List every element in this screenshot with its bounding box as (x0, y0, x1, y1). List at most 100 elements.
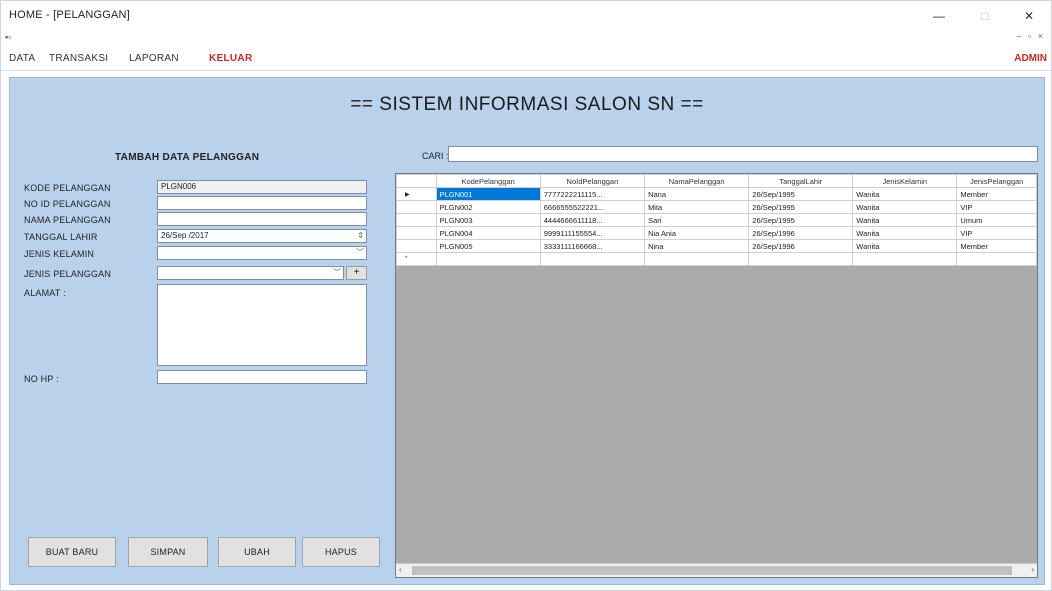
table-cell[interactable] (956, 252, 1037, 266)
table-cell[interactable]: Member (956, 187, 1037, 201)
table-cell[interactable] (644, 252, 750, 266)
table-cell[interactable]: Nia Ania (644, 226, 750, 240)
table-cell[interactable]: Umum (956, 213, 1037, 227)
alamat-label: ALAMAT : (24, 288, 66, 298)
menu-bar: DATA TRANSAKSI LAPORAN KELUAR ADMIN (1, 47, 1051, 71)
table-cell[interactable]: Nina (644, 239, 750, 253)
table-cell[interactable]: Wanita (852, 226, 958, 240)
scroll-right-icon[interactable]: › (1031, 565, 1034, 574)
table-cell[interactable]: 26/Sep/1996 (748, 226, 854, 240)
menu-item-data[interactable]: DATA (9, 53, 35, 64)
kode-pelanggan-field[interactable]: PLGN006 (157, 180, 367, 194)
user-label: ADMIN (1014, 53, 1047, 64)
row-header[interactable] (396, 213, 437, 227)
table-cell[interactable]: Member (956, 239, 1037, 253)
table-cell[interactable]: Nana (644, 187, 750, 201)
table-cell[interactable]: 26/Sep/1995 (748, 187, 854, 201)
table-row[interactable]: PLGN003 4444666611118... Sari 26/Sep/199… (396, 213, 1037, 227)
jenis-kelamin-select[interactable]: ﹀ (157, 246, 367, 260)
close-button[interactable]: ✕ (1009, 5, 1049, 27)
column-header[interactable]: NamaPelanggan (644, 174, 750, 188)
table-row[interactable]: PLGN004 9999111155554... Nia Ania 26/Sep… (396, 226, 1037, 240)
mdi-child-controls[interactable]: – ▫ × (1017, 31, 1045, 41)
tanggal-lahir-value: 26/Sep /2017 (161, 231, 209, 240)
table-cell[interactable]: 6666555522221... (539, 200, 646, 214)
calendar-dropdown-icon[interactable]: ⇕ (357, 230, 364, 242)
menu-item-laporan[interactable]: LAPORAN (129, 53, 179, 64)
alamat-textarea[interactable] (157, 284, 367, 366)
table-header-row: KodePelanggan NoIdPelanggan NamaPelangga… (396, 174, 1037, 188)
no-hp-label: NO HP : (24, 374, 59, 384)
tanggal-lahir-label: TANGGAL LAHIR (24, 232, 98, 242)
table-cell[interactable]: 7777222211115... (539, 187, 646, 201)
table-cell[interactable]: VIP (956, 200, 1037, 214)
ubah-button[interactable]: UBAH (218, 537, 296, 567)
table-cell[interactable]: Mita (644, 200, 750, 214)
column-header[interactable]: TanggalLahir (748, 174, 854, 188)
table-row[interactable]: PLGN005 3333111166668... Nina 26/Sep/199… (396, 239, 1037, 253)
scroll-left-icon[interactable]: ‹ (399, 565, 402, 574)
column-header[interactable]: JenisPelanggan (956, 174, 1037, 188)
column-header[interactable]: KodePelanggan (435, 174, 541, 188)
table-cell[interactable]: 3333111166668... (539, 239, 646, 253)
table-cell[interactable]: VIP (956, 226, 1037, 240)
mdi-child-icon[interactable]: ▪▫ (5, 32, 11, 42)
table-cell[interactable]: Wanita (852, 213, 958, 227)
table-cell[interactable]: Wanita (852, 187, 958, 201)
form-title: TAMBAH DATA PELANGGAN (115, 152, 260, 163)
hapus-button[interactable]: HAPUS (302, 537, 380, 567)
table-cell[interactable] (435, 252, 541, 266)
table-cell[interactable]: 26/Sep/1995 (748, 200, 854, 214)
customer-table: KodePelanggan NoIdPelanggan NamaPelangga… (396, 174, 1037, 266)
table-cell[interactable]: Wanita (852, 200, 958, 214)
table-cell[interactable]: 9999111155554... (539, 226, 646, 240)
no-hp-field[interactable] (157, 370, 367, 384)
table-cell[interactable] (852, 252, 958, 266)
chevron-down-icon: ﹀ (356, 248, 364, 257)
table-cell[interactable]: 26/Sep/1995 (748, 213, 854, 227)
new-row-marker: * (396, 252, 437, 266)
buat-baru-button[interactable]: BUAT BARU (28, 537, 116, 567)
row-header[interactable] (396, 200, 437, 214)
table-cell[interactable] (539, 252, 646, 266)
add-jenis-pelanggan-button[interactable]: + (346, 266, 367, 280)
new-row[interactable]: * (396, 252, 1037, 266)
kode-pelanggan-label: KODE PELANGGAN (24, 183, 111, 193)
jenis-pelanggan-select[interactable]: ﹀ (157, 266, 344, 280)
row-header[interactable] (396, 226, 437, 240)
horizontal-scrollbar[interactable]: ‹ › (396, 563, 1037, 577)
table-cell[interactable]: Sari (644, 213, 750, 227)
title-bar: HOME - [PELANGGAN] — □ ✕ (1, 1, 1051, 31)
row-header[interactable] (396, 239, 437, 253)
menu-item-transaksi[interactable]: TRANSAKSI (49, 53, 108, 64)
customer-data-grid[interactable]: KodePelanggan NoIdPelanggan NamaPelangga… (395, 173, 1038, 578)
minimize-button[interactable]: — (919, 5, 959, 27)
page-title: == SISTEM INFORMASI SALON SN == (350, 94, 704, 115)
column-header[interactable]: JenisKelamin (852, 174, 958, 188)
table-cell[interactable]: PLGN005 (435, 239, 541, 253)
table-cell[interactable]: PLGN001 (435, 187, 541, 201)
scrollbar-thumb[interactable] (412, 566, 1012, 575)
search-input[interactable] (448, 146, 1038, 162)
table-cell[interactable]: Wanita (852, 239, 958, 253)
table-cell[interactable]: PLGN004 (435, 226, 541, 240)
window-title: HOME - [PELANGGAN] (9, 9, 130, 21)
table-cell[interactable]: 4444666611118... (539, 213, 646, 227)
table-cell[interactable] (748, 252, 854, 266)
menu-item-keluar[interactable]: KELUAR (209, 53, 252, 64)
no-id-pelanggan-field[interactable] (157, 196, 367, 210)
tanggal-lahir-picker[interactable]: 26/Sep /2017 ⇕ (157, 229, 367, 243)
table-row[interactable]: PLGN002 6666555522221... Mita 26/Sep/199… (396, 200, 1037, 214)
nama-pelanggan-field[interactable] (157, 212, 367, 226)
row-header-corner (396, 174, 437, 188)
maximize-button[interactable]: □ (965, 5, 1005, 27)
search-label: CARI : (422, 151, 449, 161)
table-cell[interactable]: 26/Sep/1996 (748, 239, 854, 253)
mdi-control-bar: ▪▫ – ▫ × (1, 31, 1051, 45)
table-row[interactable]: ▶ PLGN001 7777222211115... Nana 26/Sep/1… (396, 187, 1037, 201)
table-cell[interactable]: PLGN003 (435, 213, 541, 227)
simpan-button[interactable]: SIMPAN (128, 537, 208, 567)
main-window: HOME - [PELANGGAN] — □ ✕ ▪▫ – ▫ × DATA T… (0, 0, 1052, 591)
table-cell[interactable]: PLGN002 (435, 200, 541, 214)
column-header[interactable]: NoIdPelanggan (539, 174, 646, 188)
